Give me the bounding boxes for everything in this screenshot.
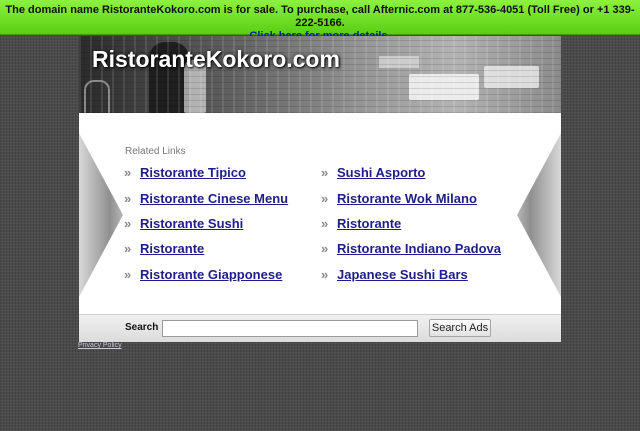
chevron-double-right-icon: » xyxy=(124,190,131,206)
related-link[interactable]: Sushi Asporto xyxy=(337,165,425,180)
header-image: RistoranteKokoro.com xyxy=(79,36,561,113)
related-links-heading: Related Links xyxy=(125,146,186,157)
related-link[interactable]: Ristorante Wok Milano xyxy=(337,191,477,206)
related-link[interactable]: Ristorante Tipico xyxy=(140,165,246,180)
chevron-double-right-icon: » xyxy=(321,266,328,282)
related-link[interactable]: Ristorante Sushi xyxy=(140,216,243,231)
list-item: » Sushi Asporto xyxy=(321,160,501,185)
chevron-double-right-icon: » xyxy=(124,165,131,181)
related-links-left: » Ristorante Tipico » Ristorante Cinese Me… xyxy=(124,160,288,287)
left-arrow-decoration xyxy=(79,133,123,297)
list-item: » Ristorante Giapponese xyxy=(124,262,288,287)
related-link[interactable]: Ristorante Cinese Menu xyxy=(140,191,288,206)
chevron-double-right-icon: » xyxy=(321,165,328,181)
site-title: RistoranteKokoro.com xyxy=(92,46,340,72)
for-sale-banner: The domain name RistoranteKokoro.com is … xyxy=(0,0,640,42)
main-container: RistoranteKokoro.com Related Links » Rist… xyxy=(79,36,561,342)
chevron-double-right-icon: » xyxy=(124,241,131,257)
chevron-double-right-icon: » xyxy=(124,215,131,231)
privacy-policy-link[interactable]: Privacy Policy xyxy=(78,342,122,349)
related-link[interactable]: Ristorante Indiano Padova xyxy=(337,241,501,256)
right-arrow-decoration xyxy=(517,133,561,297)
banner-text: The domain name RistoranteKokoro.com is … xyxy=(5,4,635,29)
related-link[interactable]: Ristorante Giapponese xyxy=(140,267,282,282)
search-input[interactable] xyxy=(162,320,418,337)
related-link[interactable]: Japanese Sushi Bars xyxy=(337,267,468,282)
related-link[interactable]: Ristorante xyxy=(337,216,401,231)
search-bar: Search Search Ads xyxy=(79,314,561,342)
related-link[interactable]: Ristorante xyxy=(140,241,204,256)
list-item: » Ristorante Cinese Menu xyxy=(124,185,288,210)
list-item: » Ristorante xyxy=(321,211,501,236)
list-item: » Japanese Sushi Bars xyxy=(321,262,501,287)
list-item: » Ristorante Indiano Padova xyxy=(321,236,501,261)
chevron-double-right-icon: » xyxy=(321,241,328,257)
list-item: » Ristorante Tipico xyxy=(124,160,288,185)
search-ads-button[interactable]: Search Ads xyxy=(429,319,491,337)
chevron-double-right-icon: » xyxy=(321,215,328,231)
related-links-right: » Sushi Asporto » Ristorante Wok Milano » R… xyxy=(321,160,501,287)
list-item: » Ristorante Wok Milano xyxy=(321,185,501,210)
chevron-double-right-icon: » xyxy=(321,190,328,206)
chevron-double-right-icon: » xyxy=(124,266,131,282)
list-item: » Ristorante Sushi xyxy=(124,211,288,236)
list-item: » Ristorante xyxy=(124,236,288,261)
search-label: Search xyxy=(125,322,159,333)
